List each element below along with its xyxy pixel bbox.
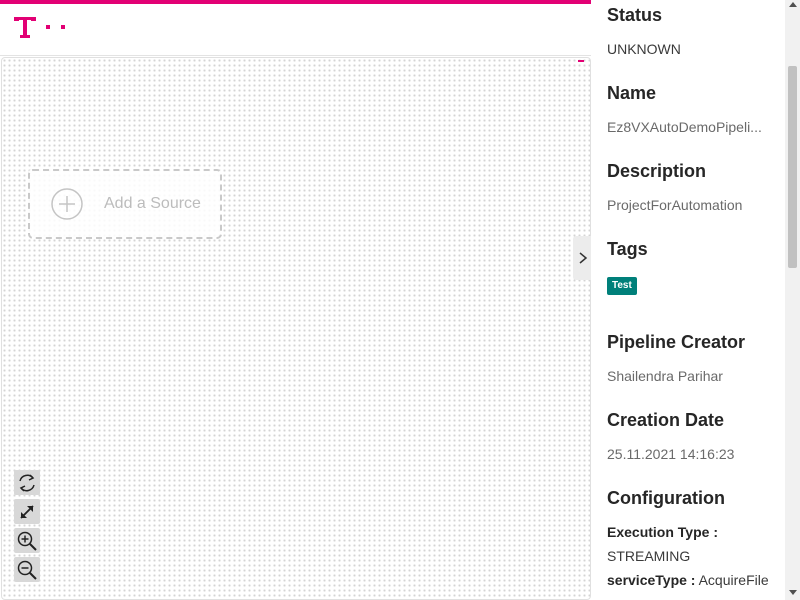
execution-type-value: STREAMING: [607, 548, 691, 564]
scroll-down-arrow-icon[interactable]: [789, 590, 797, 595]
fit-view-icon: [20, 504, 34, 519]
add-source-label: Add a Source: [104, 195, 201, 212]
configuration-title: Configuration: [607, 488, 725, 508]
fit-view-button[interactable]: [14, 499, 40, 524]
reset-rotate-icon: [19, 473, 35, 492]
panel-toggle-button[interactable]: [573, 236, 593, 280]
zoom-in-button[interactable]: [14, 528, 40, 553]
execution-type-label: Execution Type :: [607, 524, 718, 540]
panel-scrollbar[interactable]: [785, 0, 800, 600]
chevron-right-icon: [579, 252, 588, 264]
scrollbar-thumb[interactable]: [788, 66, 797, 268]
zoom-in-icon: [17, 531, 37, 551]
creation-date-value: 25.11.2021 14:16:23: [607, 446, 735, 462]
creator-title: Pipeline Creator: [607, 332, 746, 352]
zoom-out-icon: [17, 560, 37, 580]
description-title: Description: [607, 161, 707, 181]
description-value: ProjectForAutomation: [607, 197, 743, 213]
creator-value: Shailendra Parihar: [607, 368, 723, 384]
service-type-label: serviceType :: [607, 572, 696, 588]
canvas-corner-marker: [578, 60, 584, 64]
status-value: UNKNOWN: [607, 41, 681, 57]
name-title: Name: [607, 83, 657, 103]
execution-type-key: Execution Type :: [607, 524, 718, 540]
telekom-logo-icon[interactable]: [14, 14, 70, 42]
creation-date-title: Creation Date: [607, 410, 725, 430]
pipeline-details-panel: Status UNKNOWN Name Ez8VXAutoDemoPipeli.…: [591, 0, 785, 600]
tags-title: Tags: [607, 239, 648, 259]
canvas-view-toolbar: [14, 470, 40, 586]
status-title: Status: [607, 5, 663, 25]
zoom-out-button[interactable]: [14, 557, 40, 582]
service-type-value: AcquireFile: [698, 572, 769, 588]
pipeline-canvas[interactable]: [1, 57, 591, 600]
name-value: Ez8VXAutoDemoPipeli...: [607, 119, 762, 135]
tag-badge[interactable]: Test: [607, 277, 637, 295]
add-source-button[interactable]: Add a Source: [28, 169, 222, 239]
service-type-row: serviceType : AcquireFile: [607, 572, 769, 588]
reset-view-button[interactable]: [14, 470, 40, 495]
scroll-up-arrow-icon[interactable]: [789, 2, 797, 7]
add-circle-icon: [51, 188, 83, 220]
